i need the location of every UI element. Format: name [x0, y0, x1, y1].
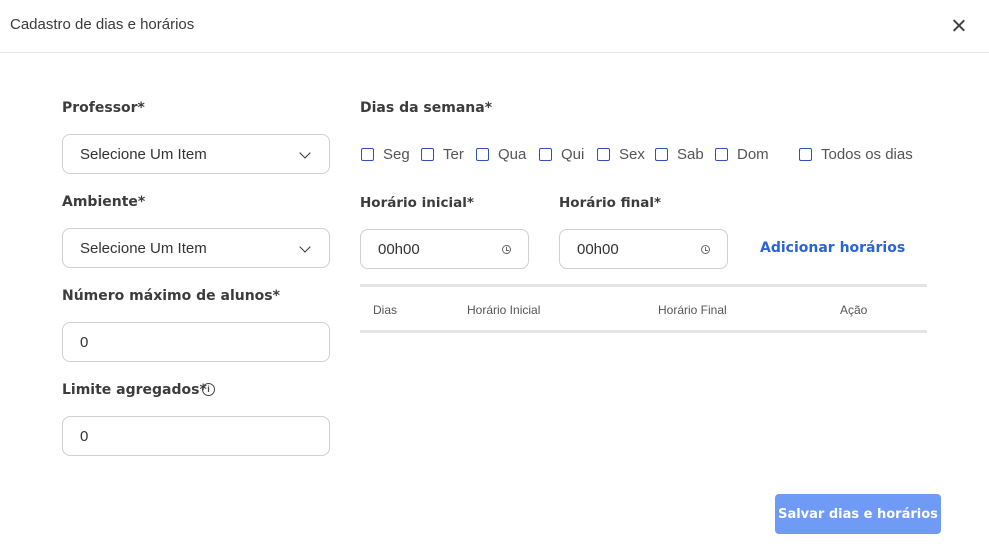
- checkbox-label: Ter: [443, 146, 464, 163]
- checkbox-box[interactable]: [476, 148, 489, 161]
- column-header-horario-final: Horário Final: [658, 303, 727, 317]
- checkbox-sab[interactable]: Sab: [655, 146, 704, 163]
- ambiente-label: Ambiente*: [62, 194, 146, 210]
- limite-agregados-value: 0: [80, 427, 89, 445]
- checkbox-box[interactable]: [361, 148, 374, 161]
- professor-label: Professor*: [62, 100, 145, 116]
- column-header-dias: Dias: [373, 303, 398, 317]
- checkbox-qui[interactable]: Qui: [539, 146, 584, 163]
- checkbox-box[interactable]: [421, 148, 434, 161]
- column-header-acao: Ação: [840, 303, 868, 317]
- professor-select-value: Selecione Um Item: [80, 145, 207, 163]
- checkbox-todos[interactable]: Todos os dias: [799, 146, 913, 163]
- checkbox-label: Seg: [383, 146, 410, 163]
- horario-final-input[interactable]: 00h00: [559, 229, 728, 269]
- checkbox-box[interactable]: [539, 148, 552, 161]
- checkbox-box[interactable]: [715, 148, 728, 161]
- modal-header: Cadastro de dias e horários: [0, 0, 989, 53]
- add-horarios-link[interactable]: Adicionar horários: [760, 240, 905, 256]
- horario-final-label: Horário final*: [559, 195, 662, 211]
- max-alunos-label: Número máximo de alunos*: [62, 288, 280, 304]
- clock-icon[interactable]: [701, 245, 710, 254]
- checkbox-label: Dom: [737, 146, 769, 163]
- limite-agregados-label: Limite agregados*: [62, 382, 207, 398]
- dias-semana-label: Dias da semana*: [360, 100, 493, 116]
- checkbox-seg[interactable]: Seg: [361, 146, 410, 163]
- column-header-horario-inicial: Horário Inicial: [467, 303, 541, 317]
- checkbox-box[interactable]: [597, 148, 610, 161]
- max-alunos-input[interactable]: 0: [62, 322, 330, 362]
- chevron-down-icon: [299, 147, 311, 159]
- info-icon[interactable]: i: [202, 383, 215, 396]
- horarios-table: Dias Horário Inicial Horário Final Ação: [360, 284, 927, 333]
- checkbox-label: Sex: [619, 146, 645, 163]
- checkbox-dom[interactable]: Dom: [715, 146, 769, 163]
- clock-icon[interactable]: [502, 245, 511, 254]
- save-button[interactable]: Salvar dias e horários: [775, 494, 941, 534]
- horario-inicial-value: 00h00: [378, 240, 420, 258]
- close-icon[interactable]: [949, 16, 969, 36]
- checkbox-label: Sab: [677, 146, 704, 163]
- limite-agregados-input[interactable]: 0: [62, 416, 330, 456]
- modal-title: Cadastro de dias e horários: [10, 16, 195, 33]
- checkbox-qua[interactable]: Qua: [476, 146, 526, 163]
- chevron-down-icon: [299, 241, 311, 253]
- checkbox-label: Qua: [498, 146, 527, 163]
- ambiente-select-value: Selecione Um Item: [80, 239, 207, 257]
- checkbox-sex[interactable]: Sex: [597, 146, 645, 163]
- checkbox-label: Todos os dias: [821, 146, 913, 163]
- max-alunos-value: 0: [80, 333, 89, 351]
- ambiente-select[interactable]: Selecione Um Item: [62, 228, 330, 268]
- checkbox-box[interactable]: [655, 148, 668, 161]
- checkbox-label: Qui: [561, 146, 585, 163]
- checkbox-box[interactable]: [799, 148, 812, 161]
- professor-select[interactable]: Selecione Um Item: [62, 134, 330, 174]
- horario-inicial-input[interactable]: 00h00: [360, 229, 529, 269]
- checkbox-ter[interactable]: Ter: [421, 146, 464, 163]
- horario-final-value: 00h00: [577, 240, 619, 258]
- horario-inicial-label: Horário inicial*: [360, 195, 474, 211]
